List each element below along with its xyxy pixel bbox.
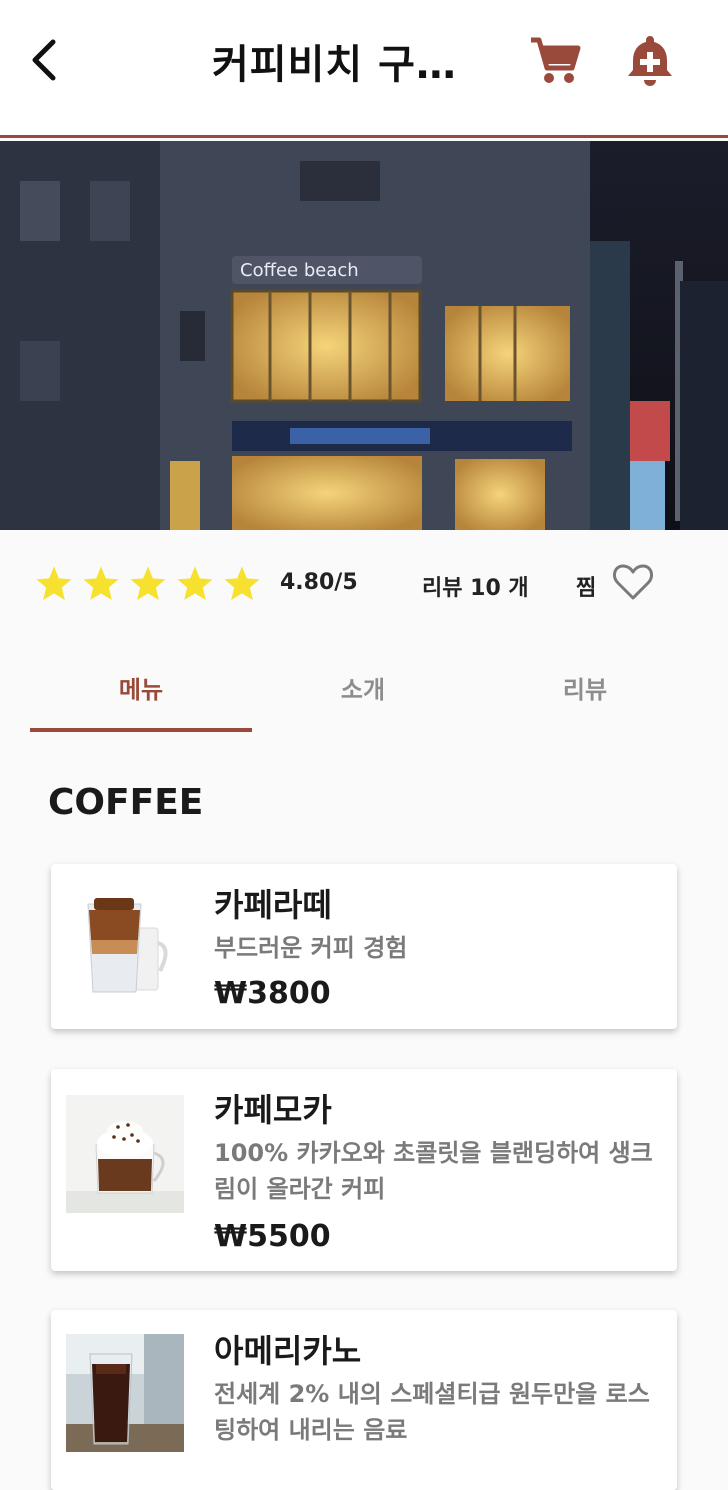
star-icon [130, 566, 166, 600]
bell-plus-icon [628, 36, 672, 86]
cart-icon [531, 37, 581, 83]
menu-item-description: 전세계 2% 내의 스페셜티급 원두만을 로스팅하여 내리는 음료 [214, 1380, 650, 1444]
store-rating-row: 4.80/5 리뷰 10 개 찜 [0, 560, 728, 610]
star-icon [224, 566, 260, 600]
star-icon [177, 566, 213, 600]
tab-review[interactable]: 리뷰 [474, 660, 696, 734]
menu-item-image [66, 1095, 184, 1213]
menu-item-name: 아메리카노 [214, 1332, 362, 1370]
tab-active-indicator [30, 728, 252, 732]
americano-photo [66, 1334, 184, 1452]
tab-intro[interactable]: 소개 [252, 660, 474, 734]
rating-score: 4.80/5 [280, 570, 358, 595]
menu-item-card[interactable]: 아메리카노 전세계 2% 내의 스페셜티급 원두만을 로스팅하여 내리는 음료 [51, 1310, 677, 1490]
menu-section-title: COFFEE [48, 782, 204, 823]
cafe-mocha-photo [66, 1095, 184, 1213]
store-tabs: 메뉴 소개 리뷰 [30, 660, 698, 734]
store-hero-image: Coffee beach [0, 141, 728, 530]
page-title: 커피비치 구… [212, 42, 457, 88]
menu-item-card[interactable]: 카페모카 100% 카카오와 초콜릿을 블랜딩하여 생크림이 올라간 커피 ₩5… [51, 1069, 677, 1271]
cart-button[interactable] [528, 34, 582, 86]
app-header: 커피비치 구… [0, 0, 728, 138]
chevron-left-icon [32, 39, 56, 81]
notification-button[interactable] [624, 32, 676, 88]
favorite-button[interactable] [612, 562, 654, 602]
star-icon [36, 566, 72, 600]
menu-item-name: 카페모카 [214, 1091, 332, 1129]
review-count[interactable]: 리뷰 10 개 [422, 570, 529, 602]
zzim-label: 찜 [576, 576, 597, 601]
store-night-photo: Coffee beach [0, 141, 728, 530]
tab-menu[interactable]: 메뉴 [30, 660, 252, 734]
menu-item-description: 부드러운 커피 경험 [214, 934, 408, 962]
svg-text:Coffee beach: Coffee beach [240, 260, 359, 281]
star-rating [34, 564, 262, 604]
menu-item-name: 카페라떼 [214, 886, 332, 924]
star-icon [83, 566, 119, 600]
menu-item-image [66, 888, 184, 1006]
menu-item-image [66, 1334, 184, 1452]
menu-item-price: ₩3800 [214, 976, 331, 1011]
menu-item-description: 100% 카카오와 초콜릿을 블랜딩하여 생크림이 올라간 커피 [214, 1139, 653, 1203]
back-button[interactable] [22, 34, 66, 86]
heart-outline-icon [613, 564, 653, 600]
menu-item-price: ₩5500 [214, 1219, 331, 1254]
menu-item-card[interactable]: 카페라떼 부드러운 커피 경험 ₩3800 [51, 864, 677, 1029]
cafe-latte-photo [66, 888, 184, 1006]
